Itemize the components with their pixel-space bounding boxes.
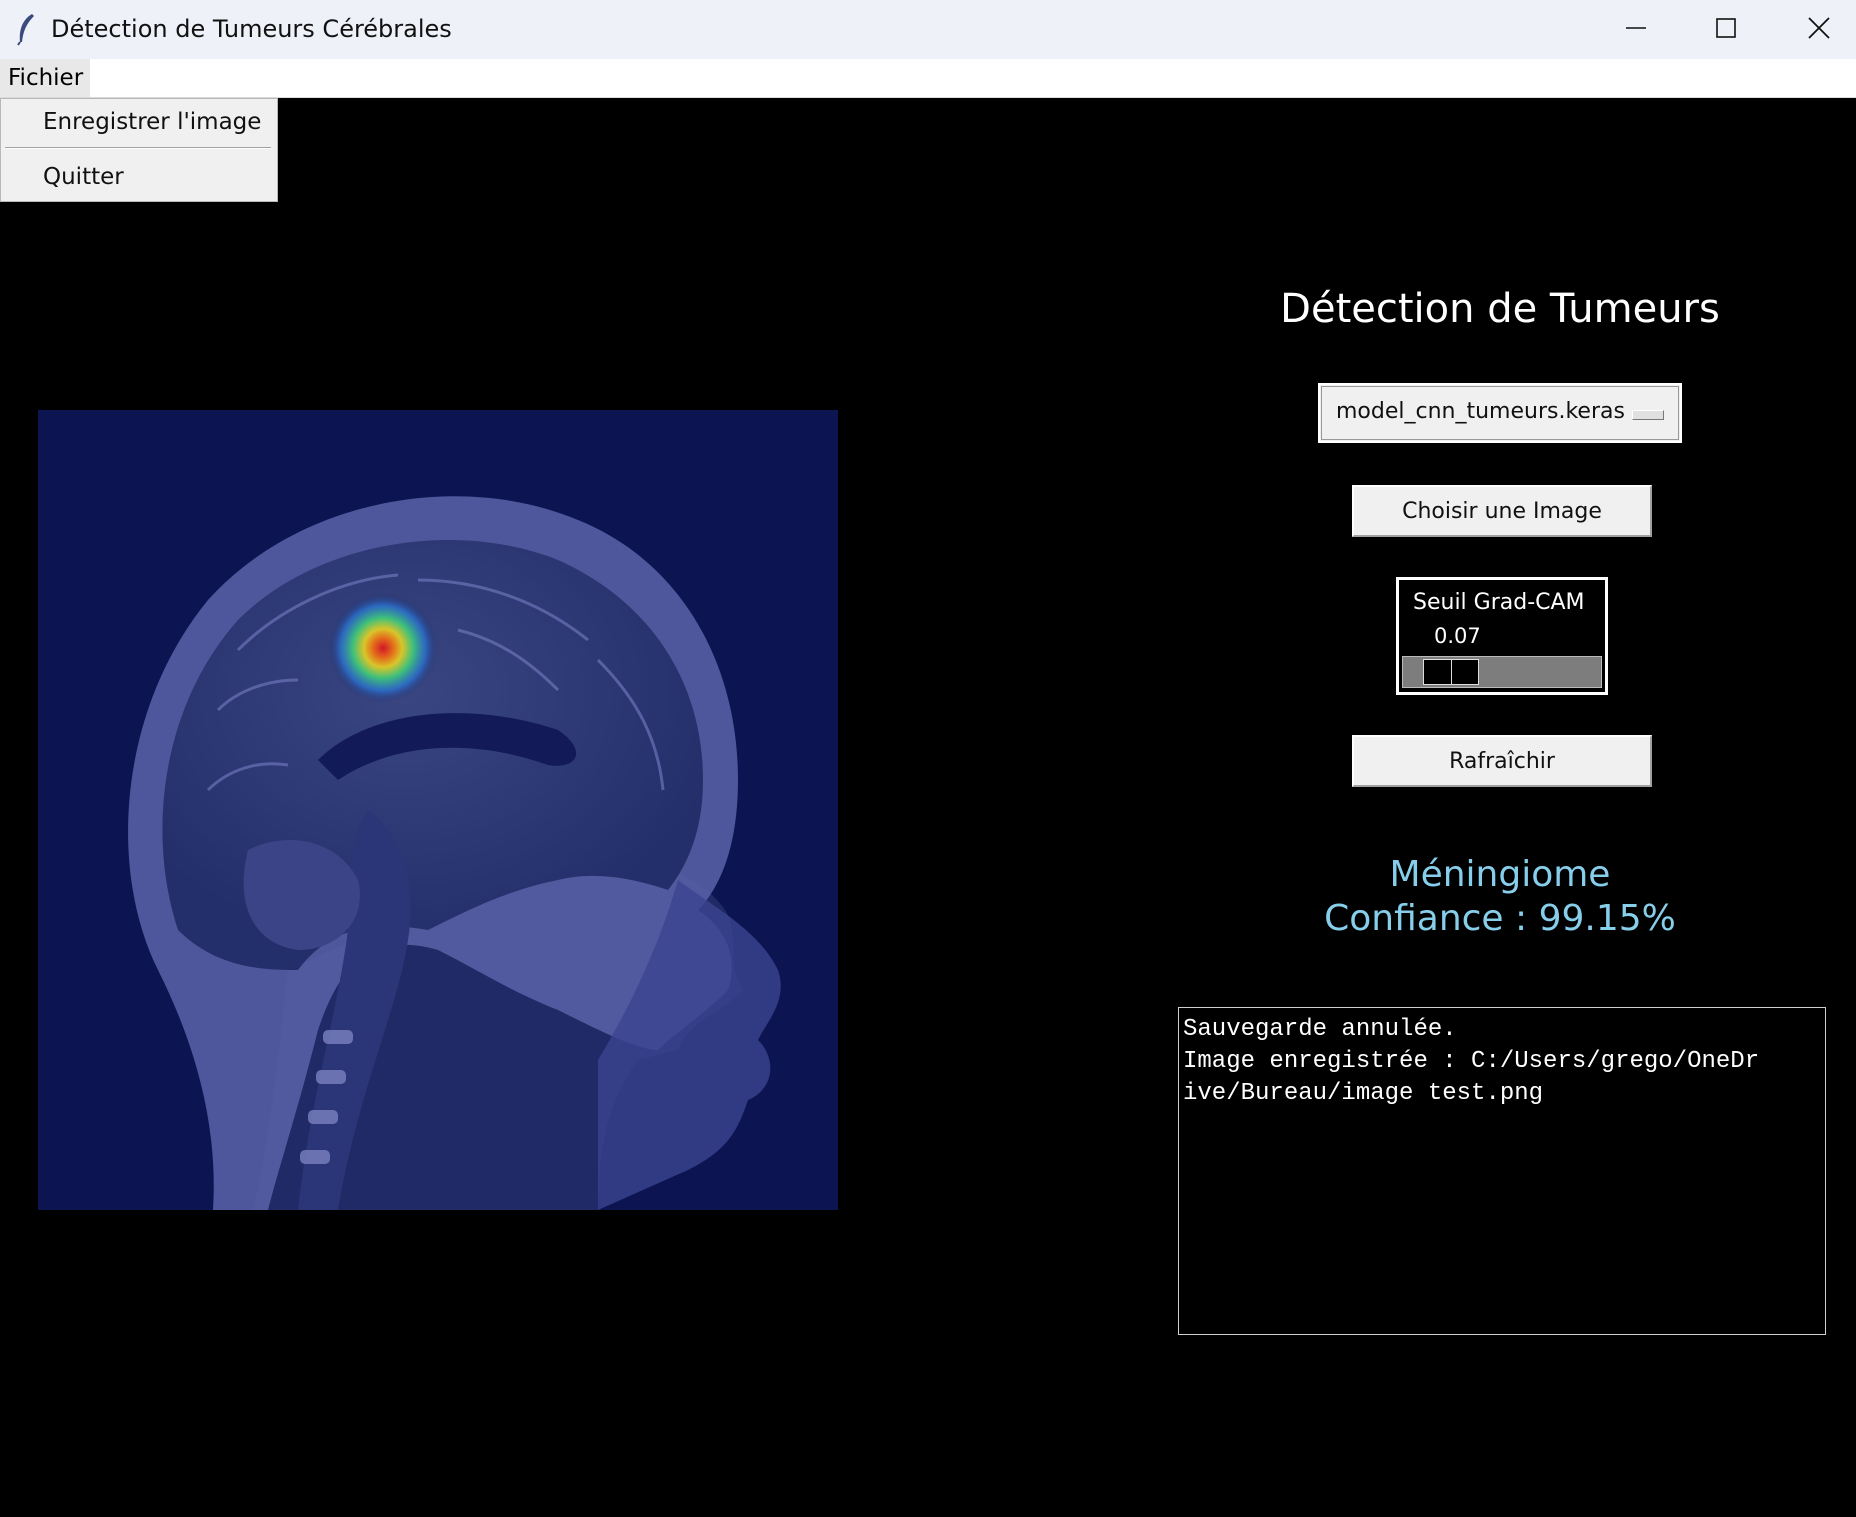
menu-bar: Fichier bbox=[0, 59, 1856, 98]
feather-icon bbox=[17, 14, 34, 46]
model-dropdown[interactable]: model_cnn_tumeurs.keras bbox=[1318, 383, 1682, 443]
log-line: Image enregistrée : C:/Users/grego/OneDr bbox=[1183, 1048, 1760, 1075]
refresh-button[interactable]: Rafraîchir bbox=[1352, 735, 1652, 787]
title-bar: Détection de Tumeurs Cérébrales bbox=[0, 0, 1856, 59]
close-button[interactable] bbox=[1773, 0, 1856, 56]
dropdown-indicator-icon bbox=[1632, 410, 1664, 420]
maximize-button[interactable] bbox=[1680, 0, 1772, 56]
log-line: ive/Bureau/image test.png bbox=[1183, 1080, 1544, 1107]
minimize-button[interactable] bbox=[1590, 0, 1682, 56]
minimize-icon bbox=[1626, 27, 1646, 29]
threshold-scale: Seuil Grad-CAM 0.07 bbox=[1396, 577, 1608, 695]
close-icon bbox=[1808, 17, 1830, 39]
menu-item-quit[interactable]: Quitter bbox=[43, 164, 124, 190]
log-textbox[interactable]: Sauvegarde annulée. Image enregistrée : … bbox=[1178, 1007, 1826, 1335]
threshold-slider-thumb[interactable] bbox=[1423, 659, 1479, 685]
maximize-icon bbox=[1716, 18, 1736, 38]
mri-gradcam-image bbox=[38, 410, 838, 1210]
prediction-label: Méningiome bbox=[1389, 854, 1611, 895]
window-title: Détection de Tumeurs Cérébrales bbox=[51, 15, 452, 43]
file-menu-dropdown: Enregistrer l'image Quitter bbox=[0, 98, 278, 202]
log-line: Sauvegarde annulée. bbox=[1183, 1016, 1457, 1043]
threshold-label: Seuil Grad-CAM bbox=[1413, 590, 1585, 615]
threshold-value: 0.07 bbox=[1434, 624, 1481, 648]
model-selected-value: model_cnn_tumeurs.keras bbox=[1336, 399, 1625, 424]
confidence-label: Confiance : 99.15% bbox=[1324, 898, 1676, 939]
choose-image-button[interactable]: Choisir une Image bbox=[1352, 485, 1652, 537]
panel-title: Détection de Tumeurs bbox=[1280, 286, 1720, 332]
menu-separator bbox=[5, 147, 271, 149]
menu-item-save-image[interactable]: Enregistrer l'image bbox=[43, 109, 261, 135]
menu-fichier[interactable]: Fichier bbox=[0, 59, 90, 97]
threshold-slider[interactable] bbox=[1402, 656, 1602, 688]
